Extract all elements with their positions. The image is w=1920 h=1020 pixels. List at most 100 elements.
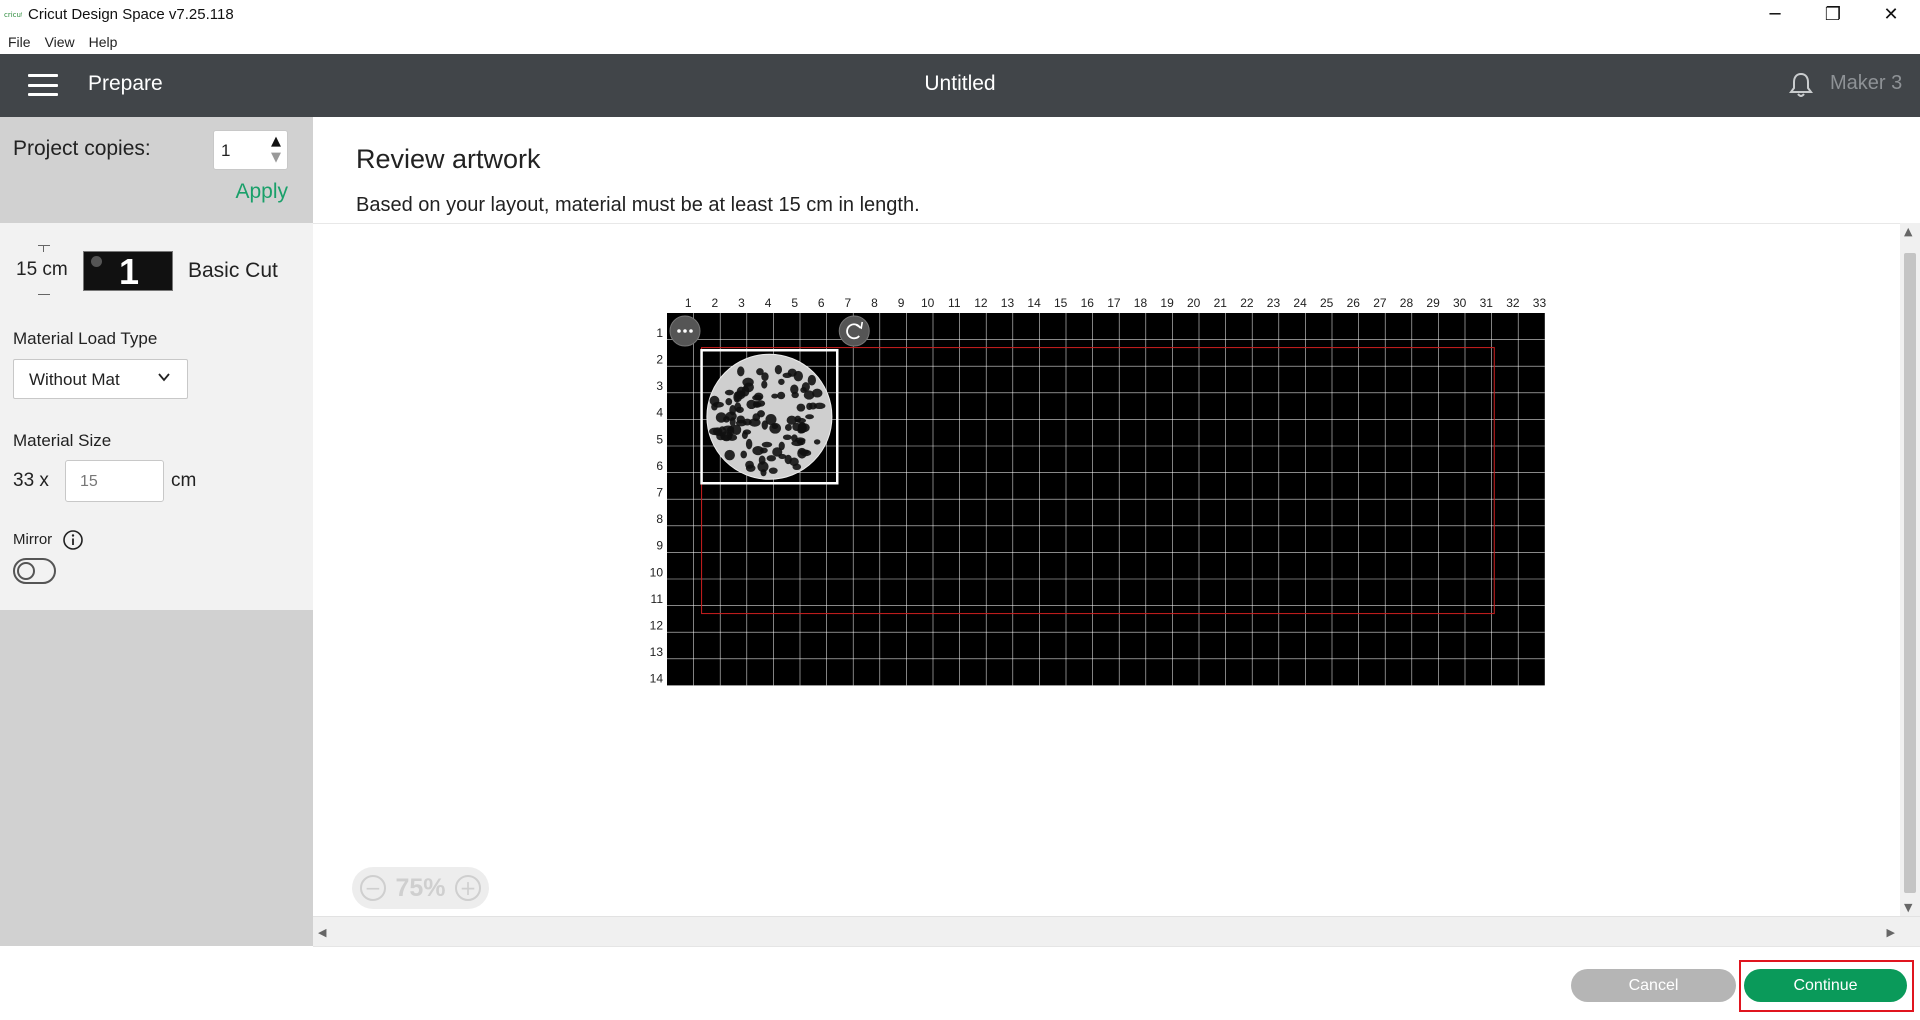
artwork-cell [758,455,766,465]
column-label: 30 [1453,296,1467,310]
mirror-toggle-knob [17,562,35,580]
vertical-scrollbar[interactable]: ▲ ▼ [1900,223,1920,916]
material-width: 33 x [13,470,49,491]
increment-icon[interactable]: ▲ [271,134,281,149]
cricut-app-icon: cricut [4,10,22,19]
vertical-scroll-thumb[interactable] [1904,253,1916,893]
artwork-cell [741,431,748,439]
row-label: 5 [656,432,663,446]
decrement-icon[interactable]: ▼ [271,150,281,165]
artwork-cell [782,372,792,378]
column-label: 6 [818,296,825,310]
material-load-type-select[interactable]: Without Mat [13,359,188,399]
artwork-cell [765,413,777,425]
column-label: 24 [1293,296,1307,310]
window-title: Cricut Design Space v7.25.118 [28,6,234,23]
artwork-cell [792,422,802,432]
row-label: 11 [651,592,664,606]
column-label: 11 [948,296,961,310]
horizontal-scrollbar[interactable]: ◀ ▶ [313,916,1920,946]
artwork-cell [724,389,734,396]
column-label: 33 [1533,296,1547,310]
footer-left-blank [0,946,313,1020]
column-label: 12 [974,296,988,310]
column-label: 18 [1134,296,1148,310]
column-label: 13 [1001,296,1015,310]
mat-name: Basic Cut [188,259,278,282]
mirror-toggle[interactable] [13,558,56,584]
column-label: 29 [1426,296,1440,310]
artwork-cell [784,423,792,431]
scroll-left-icon[interactable]: ◀ [318,926,326,939]
main-content: Review artwork Based on your layout, mat… [313,117,1920,946]
column-label: 10 [921,296,935,310]
row-label: 12 [650,619,664,633]
column-label: 3 [738,296,745,310]
length-tick-icon [38,245,50,253]
more-options-dot [683,329,687,333]
artwork-cell [724,449,735,461]
artwork-cell [752,446,764,456]
row-label: 2 [656,353,663,367]
material-length-input[interactable]: 15 [65,460,164,502]
scroll-down-icon[interactable]: ▼ [1904,901,1912,914]
window-controls: ─ ❐ ✕ [1746,0,1920,29]
menu-help[interactable]: Help [89,34,118,50]
page-title: Review artwork [356,144,541,174]
artwork-cell [768,467,778,474]
artwork-cell [782,434,792,441]
artwork-cell [778,441,785,451]
material-size-label: Material Size [13,431,112,450]
column-label: 23 [1267,296,1281,310]
column-label: 28 [1400,296,1414,310]
column-label: 20 [1187,296,1201,310]
column-label: 9 [898,296,905,310]
machine-name[interactable]: Maker 3 [1830,72,1902,95]
artwork-cell [725,398,733,406]
mat-thumbnail[interactable]: 1 [83,251,173,292]
artwork-cell [813,402,826,410]
menu-view[interactable]: View [45,34,75,50]
artwork-cell [794,437,806,443]
row-label: 1 [656,326,663,340]
column-label: 31 [1480,296,1494,310]
artwork-cell [794,415,802,423]
scroll-right-icon[interactable]: ▶ [1887,926,1895,939]
artwork-cell [801,382,810,392]
project-copies-section: Project copies: 1 ▲ ▼ Apply [0,117,313,223]
mat-card: 15 cm 1 Basic Cut Material Load Type Wit… [0,223,313,610]
info-icon[interactable] [62,529,84,551]
close-icon[interactable]: ✕ [1862,0,1920,29]
cancel-button[interactable]: Cancel [1571,969,1736,1002]
artwork-cell [761,441,773,448]
more-options-dot [689,329,693,333]
apply-button[interactable]: Apply [235,180,288,204]
app-header: Prepare Untitled Maker 3 [0,54,1920,117]
artwork-cell [735,406,744,413]
zoom-control: − 75% + [352,867,489,909]
mat-preview[interactable]: 1 2 3 4 5 6 7 8 9 10 11 12 13 14 15 16 17 18 19 20 21 22 23 24 2… [633,287,1553,717]
zoom-in-icon[interactable]: + [454,875,481,901]
continue-button[interactable]: Continue [1744,969,1907,1002]
column-label: 4 [765,296,772,310]
project-copies-input[interactable]: 1 ▲ ▼ [213,130,288,170]
column-label: 1 [685,296,692,310]
artwork-cell [746,399,757,410]
rotate-icon[interactable] [838,315,870,347]
footer: Cancel Continue [313,946,1920,1020]
restore-icon[interactable]: ❐ [1804,0,1862,29]
chevron-down-icon [158,373,170,382]
menu-file[interactable]: File [8,34,31,50]
minimize-icon[interactable]: ─ [1746,0,1804,29]
row-label: 8 [656,512,663,526]
bell-icon[interactable] [1788,71,1814,99]
zoom-out-icon[interactable]: − [360,875,386,901]
artwork-cell [715,412,727,423]
scroll-up-icon[interactable]: ▲ [1904,225,1912,238]
project-copies-label: Project copies: [13,137,151,160]
column-label: 14 [1027,296,1041,310]
column-label: 32 [1506,296,1520,310]
column-label: 16 [1081,296,1095,310]
row-label: 7 [656,486,663,500]
artwork-cell [745,438,753,450]
